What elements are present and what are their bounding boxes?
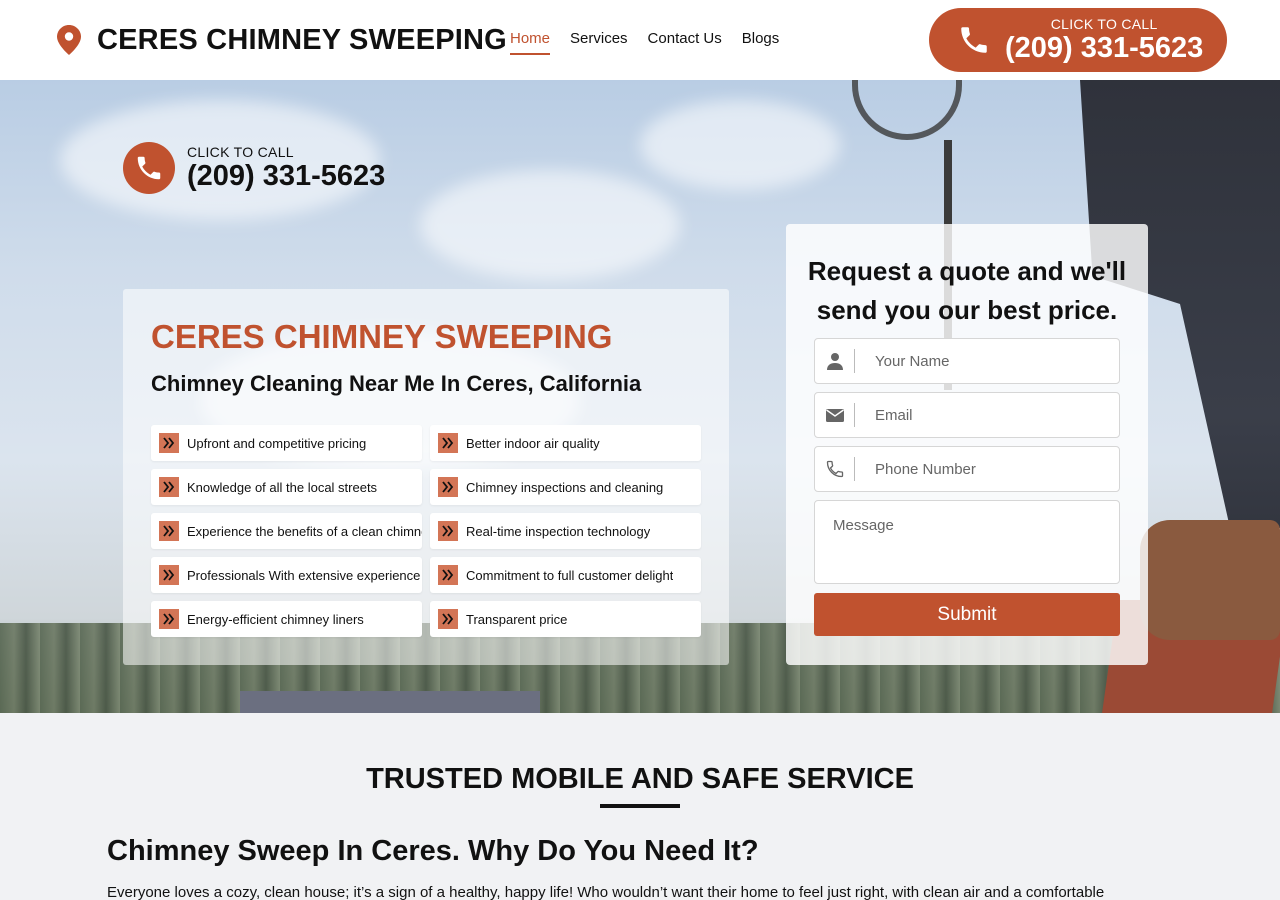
feature-text: Transparent price — [466, 611, 568, 627]
form-title: Request a quote and we'll send you our b… — [786, 252, 1148, 330]
feature-item: Experience the benefits of a clean chimn… — [151, 513, 422, 549]
feature-item: Transparent price — [430, 601, 701, 637]
feature-text: Chimney inspections and cleaning — [466, 479, 664, 495]
call-number: (209) 331-5623 — [187, 160, 386, 192]
feature-item: Real-time inspection technology — [430, 513, 701, 549]
feature-text: Knowledge of all the local streets — [187, 479, 378, 495]
feature-text: Upfront and competitive pricing — [187, 435, 367, 451]
envelope-icon — [815, 403, 855, 427]
form-title-line2: send you our best price. — [816, 295, 1118, 325]
feature-text: Real-time inspection technology — [466, 523, 651, 539]
double-chevron-right-icon — [438, 609, 458, 629]
feature-item: Chimney inspections and cleaning — [430, 469, 701, 505]
phone-field — [814, 446, 1120, 492]
feature-text: Energy-efficient chimney liners — [187, 611, 364, 627]
quote-form: Request a quote and we'll send you our b… — [786, 224, 1148, 665]
double-chevron-right-icon — [159, 565, 179, 585]
background-rope — [852, 80, 962, 140]
hero-call-button[interactable]: CLICK TO CALL (209) 331-5623 — [123, 142, 385, 194]
double-chevron-right-icon — [438, 521, 458, 541]
title-underline — [600, 804, 680, 808]
call-number: (209) 331-5623 — [1005, 32, 1204, 64]
double-chevron-right-icon — [159, 433, 179, 453]
feature-item: Energy-efficient chimney liners — [151, 601, 422, 637]
feature-text: Professionals With extensive experience — [187, 567, 421, 583]
map-pin-icon — [57, 25, 81, 55]
feature-item: Upfront and competitive pricing — [151, 425, 422, 461]
phone-input[interactable] — [875, 460, 1095, 478]
feature-text: Better indoor air quality — [466, 435, 600, 451]
hero-subtitle: Chimney Cleaning Near Me In Ceres, Calif… — [151, 371, 642, 396]
header-call-button[interactable]: CLICK TO CALL (209) 331-5623 — [929, 8, 1227, 72]
hero-title: CERES CHIMNEY SWEEPING — [151, 318, 613, 355]
email-field — [814, 392, 1120, 438]
phone-icon — [137, 156, 161, 180]
user-icon — [815, 349, 855, 373]
feature-text: Commitment to full customer delight — [466, 567, 674, 583]
form-title-line1: Request a quote and we'll — [807, 256, 1127, 286]
call-label: CLICK TO CALL — [1050, 16, 1158, 32]
background-cloud — [640, 100, 840, 190]
message-input[interactable] — [814, 500, 1120, 584]
submit-button[interactable]: Submit — [814, 593, 1120, 636]
background-boot — [1140, 520, 1280, 640]
phone-icon — [815, 457, 855, 481]
name-input[interactable] — [875, 352, 1095, 370]
background-houses — [240, 691, 540, 713]
nav-contact-us[interactable]: Contact Us — [648, 29, 722, 55]
nav-services[interactable]: Services — [570, 29, 628, 55]
double-chevron-right-icon — [159, 521, 179, 541]
feature-item: Commitment to full customer delight — [430, 557, 701, 593]
site-header: CERES CHIMNEY SWEEPING Home Services Con… — [0, 0, 1280, 80]
background-cloud — [420, 170, 680, 280]
feature-item: Better indoor air quality — [430, 425, 701, 461]
double-chevron-right-icon — [438, 477, 458, 497]
email-input[interactable] — [875, 406, 1095, 424]
main-nav: Home Services Contact Us Blogs — [510, 29, 799, 55]
nav-home[interactable]: Home — [510, 29, 551, 55]
section-heading: Chimney Sweep In Ceres. Why Do You Need … — [107, 835, 759, 867]
feature-item: Professionals With extensive experience — [151, 557, 422, 593]
section-paragraph: Everyone loves a cozy, clean house; it’s… — [107, 884, 1105, 900]
section-title: TRUSTED MOBILE AND SAFE SERVICE — [366, 763, 914, 795]
double-chevron-right-icon — [438, 565, 458, 585]
double-chevron-right-icon — [159, 477, 179, 497]
double-chevron-right-icon — [438, 433, 458, 453]
nav-blogs[interactable]: Blogs — [742, 29, 780, 55]
double-chevron-right-icon — [159, 609, 179, 629]
logo[interactable]: CERES CHIMNEY SWEEPING — [57, 22, 507, 58]
feature-item: Knowledge of all the local streets — [151, 469, 422, 505]
phone-circle — [123, 142, 175, 194]
hero-section: CLICK TO CALL (209) 331-5623 CERES CHIMN… — [0, 80, 1280, 713]
logo-text: CERES CHIMNEY SWEEPING — [97, 24, 507, 56]
phone-icon — [961, 27, 987, 53]
call-label: CLICK TO CALL — [187, 144, 294, 160]
feature-text: Experience the benefits of a clean chimn… — [187, 523, 422, 539]
name-field — [814, 338, 1120, 384]
info-card: CERES CHIMNEY SWEEPING Chimney Cleaning … — [123, 289, 729, 665]
